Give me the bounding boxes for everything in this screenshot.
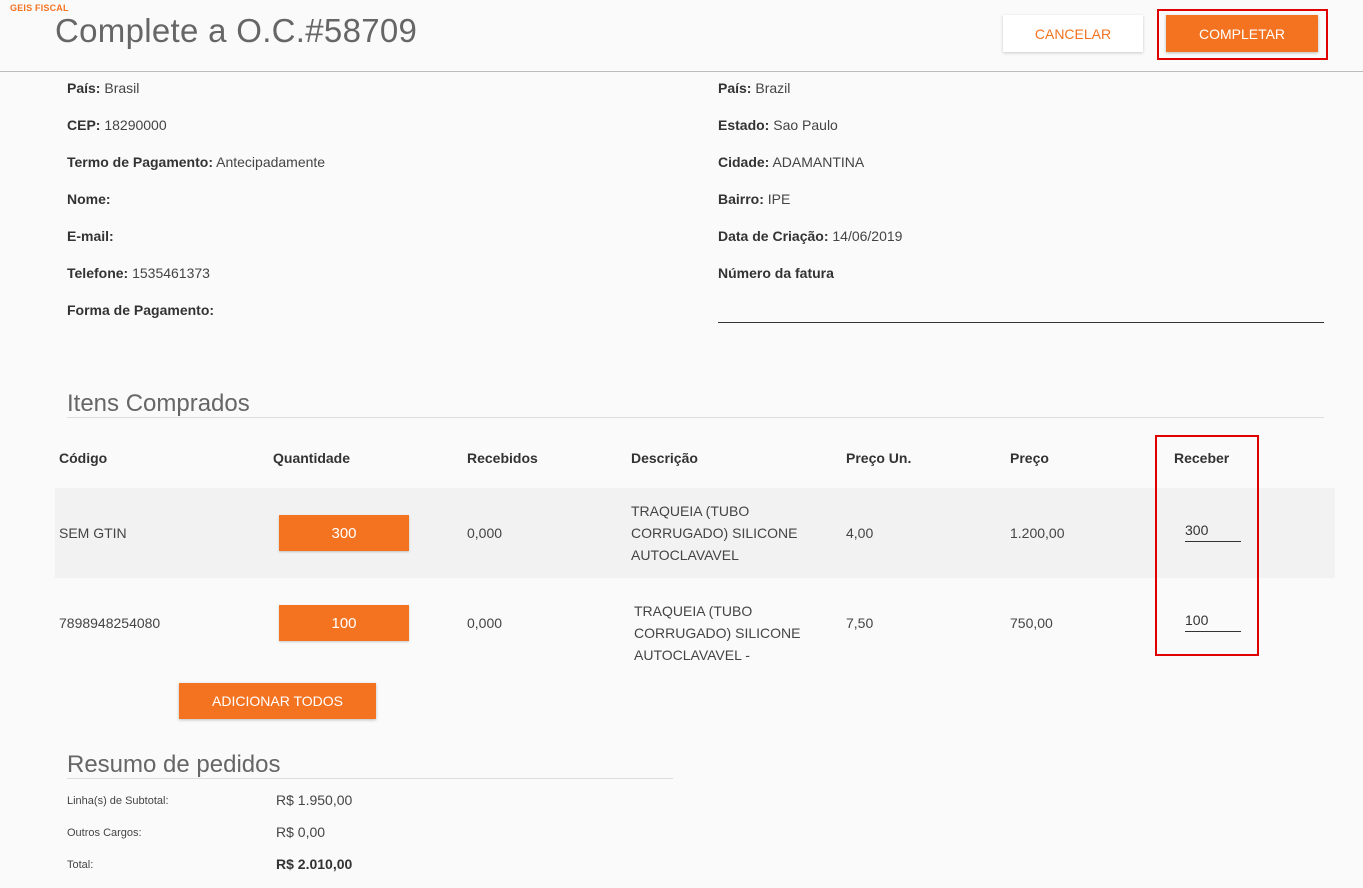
info-value: ADAMANTINA: [772, 154, 865, 170]
info-phone: Telefone: 1535461373: [67, 265, 210, 281]
summary-section-divider: [67, 778, 673, 779]
items-section-title: Itens Comprados: [67, 390, 250, 417]
receive-quantity-input[interactable]: [1185, 609, 1241, 632]
receive-quantity-input[interactable]: [1185, 519, 1241, 542]
info-payment-method: Forma de Pagamento:: [67, 302, 214, 318]
info-label: Cidade:: [718, 154, 770, 170]
total-value: R$ 2.010,00: [276, 856, 353, 872]
info-district: Bairro: IPE: [718, 191, 790, 207]
info-city: Cidade: ADAMANTINA: [718, 154, 864, 170]
header-divider: [0, 71, 1363, 72]
info-payment-term: Termo de Pagamento: Antecipadamente: [67, 154, 325, 170]
subtotal-value: R$ 1.950,00: [276, 792, 353, 808]
info-country: País: Brasil: [67, 80, 139, 96]
row-unit-price: 7,50: [846, 615, 874, 631]
info-value: IPE: [767, 191, 791, 207]
column-header-description: Descrição: [631, 450, 698, 466]
info-label: Telefone:: [67, 265, 129, 281]
row-code: SEM GTIN: [59, 525, 127, 541]
other-charges-label: Outros Cargos:: [67, 827, 142, 839]
invoice-number-input[interactable]: [718, 322, 1324, 323]
row-received: 0,000: [467, 615, 503, 631]
column-header-quantity: Quantidade: [273, 450, 351, 466]
row-code: 7898948254080: [59, 615, 161, 631]
quantity-button[interactable]: 100: [279, 605, 409, 641]
subtotal-label: Linha(s) de Subtotal:: [67, 795, 169, 807]
total-label: Total:: [67, 859, 94, 871]
row-received: 0,000: [467, 525, 503, 541]
other-charges-value: R$ 0,00: [276, 824, 326, 840]
info-label: CEP:: [67, 117, 101, 133]
info-label: País:: [67, 80, 101, 96]
items-section-divider: [67, 417, 1324, 418]
page-title: Complete a O.C.#58709: [55, 12, 418, 49]
info-label: Estado:: [718, 117, 770, 133]
info-label: Bairro:: [718, 191, 764, 207]
info-name: Nome:: [67, 191, 111, 207]
info-label: Número da fatura: [718, 265, 834, 281]
info-label: Termo de Pagamento:: [67, 154, 213, 170]
row-price: 750,00: [1010, 615, 1053, 631]
info-state: Estado: Sao Paulo: [718, 117, 838, 133]
info-ship-country: País: Brazil: [718, 80, 790, 96]
info-value: Antecipadamente: [216, 154, 326, 170]
info-value: Sao Paulo: [773, 117, 838, 133]
row-description: TRAQUEIA (TUBO CORRUGADO) SILICONE AUTOC…: [631, 503, 798, 563]
info-email: E-mail:: [67, 228, 114, 244]
complete-button[interactable]: COMPLETAR: [1166, 15, 1318, 52]
info-label: Nome:: [67, 191, 111, 207]
quantity-button[interactable]: 300: [279, 515, 409, 551]
info-value: 14/06/2019: [832, 228, 903, 244]
row-unit-price: 4,00: [846, 525, 874, 541]
column-header-received: Recebidos: [467, 450, 538, 466]
info-value: Brasil: [104, 80, 140, 96]
add-all-button[interactable]: ADICIONAR TODOS: [179, 683, 376, 719]
info-value: 1535461373: [132, 265, 210, 281]
info-value: Brazil: [755, 80, 791, 96]
info-label: País:: [718, 80, 752, 96]
row-price: 1.200,00: [1010, 525, 1065, 541]
info-label: E-mail:: [67, 228, 114, 244]
info-label: Forma de Pagamento:: [67, 302, 215, 318]
row-description: TRAQUEIA (TUBO CORRUGADO) SILICONE AUTOC…: [634, 603, 801, 663]
info-created-date: Data de Criação: 14/06/2019: [718, 228, 902, 244]
info-label: Data de Criação:: [718, 228, 829, 244]
info-value: 18290000: [104, 117, 167, 133]
column-header-receive: Receber: [1174, 450, 1230, 466]
column-header-unit-price: Preço Un.: [846, 450, 912, 466]
info-invoice-number: Número da fatura: [718, 265, 834, 281]
summary-section-title: Resumo de pedidos: [67, 751, 281, 778]
column-header-code: Código: [59, 450, 108, 466]
info-cep: CEP: 18290000: [67, 117, 167, 133]
column-header-price: Preço: [1010, 450, 1049, 466]
cancel-button[interactable]: CANCELAR: [1003, 15, 1143, 52]
